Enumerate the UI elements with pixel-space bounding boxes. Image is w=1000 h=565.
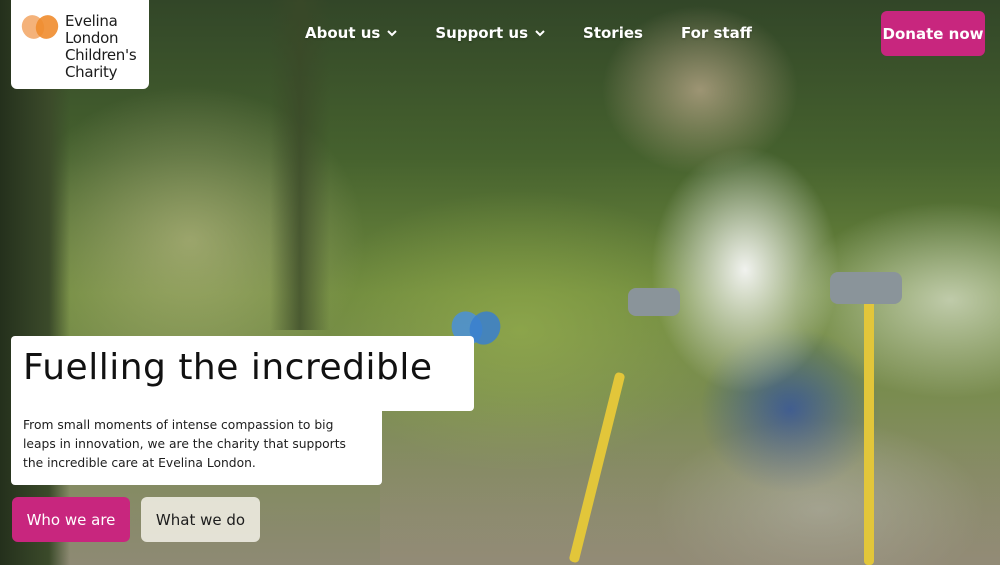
logo-line: Charity [65, 63, 118, 81]
hero-description: From small moments of intense compassion… [23, 418, 346, 470]
crutch-cuff [628, 288, 680, 316]
who-we-are-button[interactable]: Who we are [12, 497, 130, 542]
nav-label: Stories [583, 24, 643, 42]
heart-logo-icon [21, 15, 59, 39]
nav-label: For staff [680, 24, 752, 42]
headline-card: Fuelling the incredible [11, 336, 474, 411]
nav-for-staff[interactable]: For staff [681, 22, 752, 44]
description-card: From small moments of intense compassion… [11, 407, 382, 485]
logo-wordmark: Evelina London Children's Charity [65, 12, 137, 81]
chevron-down-icon [535, 29, 545, 37]
nav-label: About us [305, 24, 381, 42]
nav-label: Support us [435, 24, 529, 42]
logo-line: London [65, 29, 119, 47]
chevron-down-icon [387, 29, 398, 37]
donate-button[interactable]: Donate now [881, 11, 985, 56]
tree-trunk [270, 0, 330, 330]
logo-line: Evelina [65, 12, 118, 30]
main-nav: About us Support us Stories For staff [305, 22, 790, 44]
page-title: Fuelling the incredible [23, 347, 433, 388]
crutch-cuff [830, 272, 902, 304]
logo-line: Children's [65, 46, 137, 64]
nav-stories[interactable]: Stories [583, 22, 643, 44]
crutch [864, 300, 874, 565]
what-we-do-button[interactable]: What we do [141, 497, 260, 542]
logo[interactable]: Evelina London Children's Charity [11, 0, 149, 89]
nav-support-us[interactable]: Support us [435, 22, 545, 44]
nav-about-us[interactable]: About us [305, 22, 398, 44]
path [380, 395, 1000, 565]
